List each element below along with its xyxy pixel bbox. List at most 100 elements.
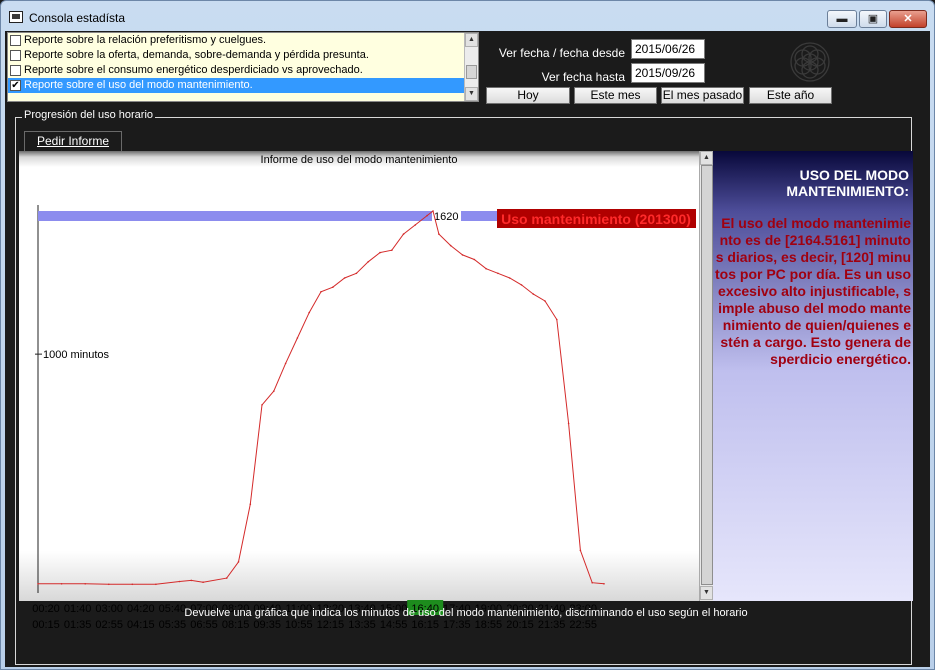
legend-badge: Uso mantenimiento (201300) — [501, 211, 691, 227]
scroll-up-icon[interactable]: ▲ — [700, 151, 713, 165]
usage-point — [37, 583, 39, 585]
last-month-button[interactable]: El mes pasado — [661, 87, 744, 104]
report-item-mantenimiento[interactable]: ✔ Reporte sobre el uso del modo mantenim… — [8, 78, 478, 93]
usage-point — [108, 583, 110, 586]
usage-point — [402, 233, 405, 235]
scroll-down-icon[interactable]: ▼ — [700, 586, 713, 600]
usage-point — [449, 244, 452, 247]
usage-point — [379, 251, 381, 254]
usage-point — [579, 549, 582, 552]
scroll-thumb[interactable] — [701, 165, 713, 585]
x-tick-label: 04:15 — [127, 619, 155, 631]
x-tick-label: 05:35 — [159, 619, 187, 631]
report-item-label: Reporte sobre la oferta, demanda, sobre-… — [24, 49, 369, 61]
usage-point — [367, 261, 370, 263]
x-tick-label: 00:15 — [32, 619, 60, 631]
chart-vertical-scrollbar[interactable]: ▲ ▼ — [699, 151, 713, 601]
summary-heading: USO DEL MODO MANTENIMIENTO: — [786, 167, 909, 199]
usage-point — [155, 583, 157, 586]
usage-point — [261, 404, 263, 406]
usage-point — [60, 583, 63, 585]
usage-point — [343, 277, 346, 279]
report-item-relacion[interactable]: Reporte sobre la relación preferitismo y… — [8, 33, 478, 48]
usage-point — [249, 503, 252, 506]
date-to-label: Ver fecha hasta — [541, 70, 625, 84]
report-item-label: Reporte sobre la relación preferitismo y… — [24, 34, 267, 46]
report-item-oferta[interactable]: Reporte sobre la oferta, demanda, sobre-… — [8, 48, 478, 63]
close-button[interactable]: ✕ — [889, 10, 927, 28]
group-title: Progresión del uso horario — [22, 109, 156, 121]
window-title: Consola estadísta — [29, 11, 126, 25]
chart-svg: 1620 Uso mantenimiento (201300) 1000 minut… — [32, 205, 696, 631]
usage-point — [485, 267, 487, 270]
tab-strip: Pedir Informe — [19, 131, 913, 151]
usage-point — [391, 249, 393, 251]
usage-point — [202, 581, 204, 583]
usage-point — [591, 581, 593, 584]
this-month-button[interactable]: Este mes — [574, 87, 657, 104]
usage-point — [567, 422, 570, 425]
maximize-button[interactable]: ▣ — [859, 10, 887, 28]
usage-point — [237, 561, 240, 563]
x-tick-label: 12:15 — [317, 619, 345, 631]
x-tick-label: 14:55 — [380, 619, 408, 631]
title-bar[interactable]: Consola estadísta ▬ ▣ ✕ — [1, 1, 934, 31]
scroll-down-icon[interactable]: ▼ — [465, 87, 478, 101]
usage-point — [603, 583, 605, 585]
report-item-consumo[interactable]: Reporte sobre el consumo energético desp… — [8, 63, 478, 78]
usage-point — [284, 362, 287, 365]
usage-point — [414, 224, 417, 226]
x-tick-label: 13:35 — [348, 619, 376, 631]
x-tick-label: 17:35 — [443, 619, 471, 631]
usage-point — [190, 579, 193, 582]
tab-pedir-informe[interactable]: Pedir Informe — [24, 131, 122, 151]
date-to-field[interactable]: 2015/09/26 — [631, 63, 705, 83]
usage-point — [520, 284, 523, 286]
usage-point — [497, 272, 499, 275]
usage-point — [438, 233, 440, 235]
x-tick-label: 01:35 — [64, 619, 92, 631]
chart-panel: Informe de uso del modo mantenimiento 16… — [19, 151, 699, 631]
x-tick-label: 18:55 — [475, 619, 503, 631]
app-window: Consola estadísta ▬ ▣ ✕ Reporte sobre la… — [0, 0, 935, 670]
usage-point — [225, 577, 228, 579]
x-tick-label: 16:15 — [411, 619, 439, 631]
report-list-scrollbar[interactable]: ▲ ▼ — [464, 33, 478, 101]
report-checkbox[interactable] — [10, 65, 21, 76]
x-tick-label: 22:55 — [569, 619, 597, 631]
report-description: Devuelve una gráfica que indica los minu… — [184, 607, 748, 619]
usage-point — [332, 286, 334, 288]
usage-point — [131, 583, 134, 586]
report-list[interactable]: Reporte sobre la relación preferitismo y… — [7, 32, 479, 102]
x-tick-label: 02:55 — [95, 619, 123, 631]
usage-point — [355, 272, 358, 275]
usage-line — [38, 210, 605, 585]
x-tick-label: 20:15 — [506, 619, 534, 631]
usage-point — [432, 210, 434, 212]
report-checkbox-checked[interactable]: ✔ — [10, 80, 21, 91]
report-checkbox[interactable] — [10, 50, 21, 61]
minimize-button[interactable]: ▬ — [827, 10, 857, 28]
x-tick-label: 10:55 — [285, 619, 313, 631]
usage-point — [426, 214, 428, 217]
report-item-label: Reporte sobre el uso del modo mantenimie… — [24, 79, 253, 91]
usage-point — [473, 258, 476, 261]
report-checkbox[interactable] — [10, 35, 21, 46]
usage-point — [273, 390, 275, 392]
x-tick-label: 09:35 — [253, 619, 281, 631]
report-item-label: Reporte sobre el consumo energético desp… — [24, 64, 363, 76]
usage-point — [461, 254, 464, 256]
today-button[interactable]: Hoy — [486, 87, 570, 104]
usage-point — [544, 300, 546, 302]
usage-point — [556, 318, 558, 321]
y-tick-label: 1000 minutos — [43, 349, 110, 361]
date-from-field[interactable]: 2015/06/26 — [631, 39, 705, 59]
this-year-button[interactable]: Este año — [749, 87, 832, 104]
x-tick-label: 21:35 — [538, 619, 566, 631]
usage-point — [320, 291, 322, 293]
scroll-thumb[interactable] — [466, 65, 477, 79]
usage-point — [178, 580, 181, 583]
scroll-up-icon[interactable]: ▲ — [465, 33, 478, 47]
summary-text: El uso del modo mantenimiento es de [216… — [715, 215, 912, 367]
x-tick-label: 06:55 — [190, 619, 218, 631]
